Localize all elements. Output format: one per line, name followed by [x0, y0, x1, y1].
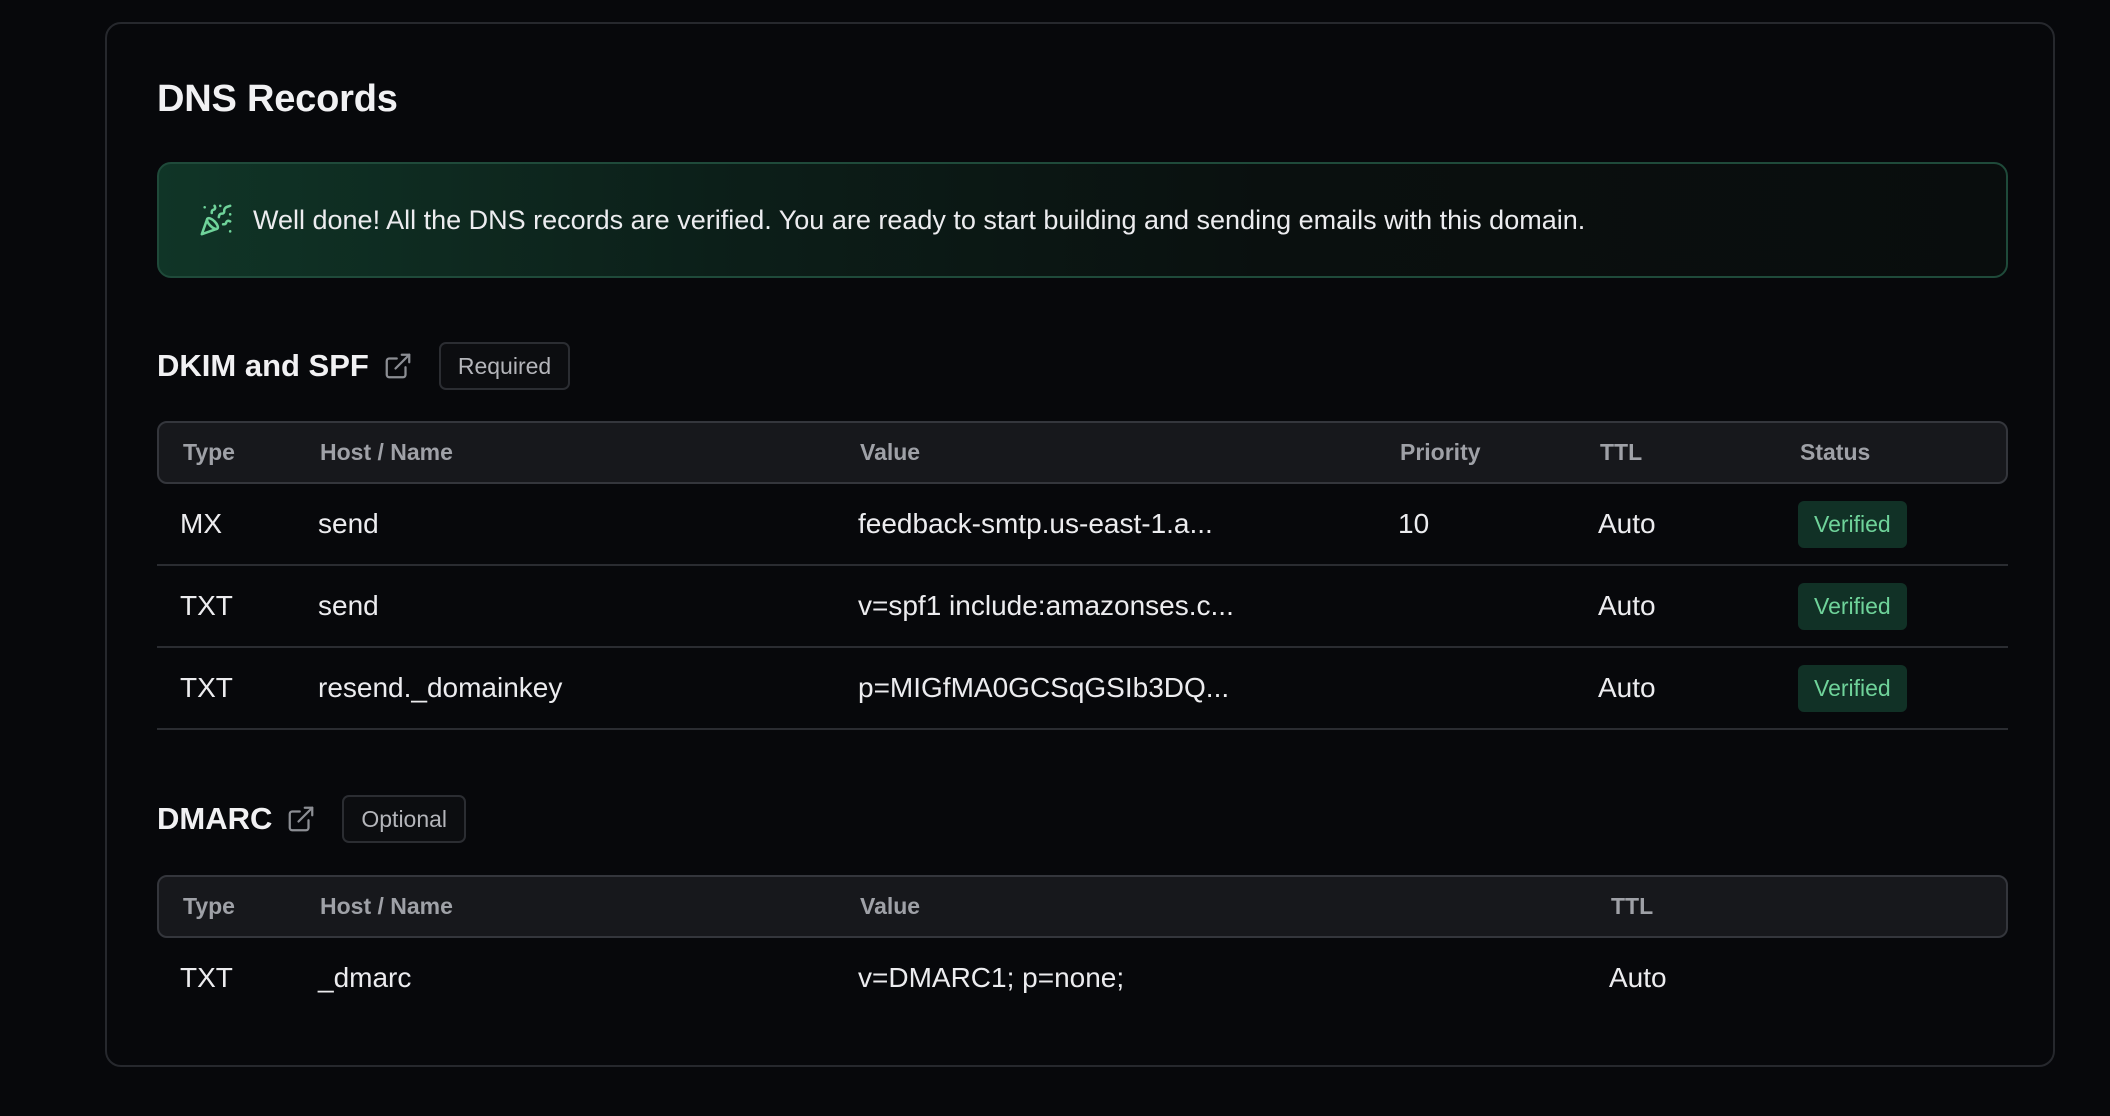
status-badge: Verified — [1798, 664, 1907, 712]
banner-message: Well done! All the DNS records are verif… — [253, 204, 1586, 235]
page-title: DNS Records — [157, 78, 398, 120]
record-host[interactable]: resend._domainkey — [318, 648, 562, 728]
dmarc-title: DMARC — [157, 801, 273, 836]
record-ttl: Auto — [1598, 590, 1656, 621]
column-header-value: Value — [860, 439, 921, 465]
dkim-spf-title: DKIM and SPF — [157, 348, 369, 383]
record-value[interactable]: v=spf1 include:amazonses.c... — [858, 566, 1234, 646]
table-row: MX send feedback-smtp.us-east-1.a... 10 … — [157, 484, 2008, 566]
required-badge: Required — [438, 342, 571, 390]
record-value[interactable]: feedback-smtp.us-east-1.a... — [858, 484, 1213, 564]
party-popper-icon — [199, 203, 233, 237]
column-header-status: Status — [1800, 439, 1871, 465]
optional-badge: Optional — [342, 795, 467, 843]
column-header-host: Host / Name — [320, 893, 453, 919]
record-type: MX — [180, 508, 222, 539]
table-header: Type Host / Name Value TTL — [157, 875, 2008, 938]
table-header: Type Host / Name Value Priority TTL Stat… — [157, 421, 2008, 484]
dmarc-header: DMARC Optional — [157, 795, 467, 843]
column-header-host: Host / Name — [320, 439, 453, 465]
dns-records-card: DNS Records Well done! All the DNS recor… — [105, 22, 2055, 1067]
record-ttl: Auto — [1598, 508, 1656, 539]
column-header-value: Value — [860, 893, 921, 919]
record-value[interactable]: v=DMARC1; p=none; — [858, 938, 1124, 1018]
column-header-ttl: TTL — [1611, 893, 1654, 919]
column-header-type: Type — [183, 439, 235, 465]
column-header-type: Type — [183, 893, 235, 919]
success-banner: Well done! All the DNS records are verif… — [157, 162, 2008, 278]
table-row: TXT _dmarc v=DMARC1; p=none; Auto — [157, 938, 2008, 1020]
record-value[interactable]: p=MIGfMA0GCSqGSIb3DQ... — [858, 648, 1229, 728]
table-row: TXT send v=spf1 include:amazonses.c... A… — [157, 566, 2008, 648]
status-cell: Verified — [1798, 484, 1907, 564]
record-host[interactable]: _dmarc — [318, 938, 411, 1018]
status-cell: Verified — [1798, 566, 1907, 646]
column-header-ttl: TTL — [1600, 439, 1643, 465]
status-cell: Verified — [1798, 648, 1907, 728]
record-host[interactable]: send — [318, 566, 379, 646]
column-header-priority: Priority — [1400, 439, 1481, 465]
dmarc-table: Type Host / Name Value TTL TXT _dmarc v=… — [157, 875, 2008, 1020]
dkim-spf-header: DKIM and SPF Required — [157, 342, 571, 390]
record-priority: 10 — [1398, 508, 1430, 539]
status-badge: Verified — [1798, 500, 1907, 548]
external-link-icon[interactable] — [383, 351, 413, 381]
record-type: TXT — [180, 590, 233, 621]
record-ttl: Auto — [1609, 962, 1667, 993]
external-link-icon[interactable] — [286, 804, 316, 834]
dkim-spf-table: Type Host / Name Value Priority TTL Stat… — [157, 421, 2008, 730]
record-ttl: Auto — [1598, 672, 1656, 703]
status-badge: Verified — [1798, 582, 1907, 630]
table-row: TXT resend._domainkey p=MIGfMA0GCSqGSIb3… — [157, 648, 2008, 730]
record-type: TXT — [180, 962, 233, 993]
record-type: TXT — [180, 672, 233, 703]
record-host[interactable]: send — [318, 484, 379, 564]
